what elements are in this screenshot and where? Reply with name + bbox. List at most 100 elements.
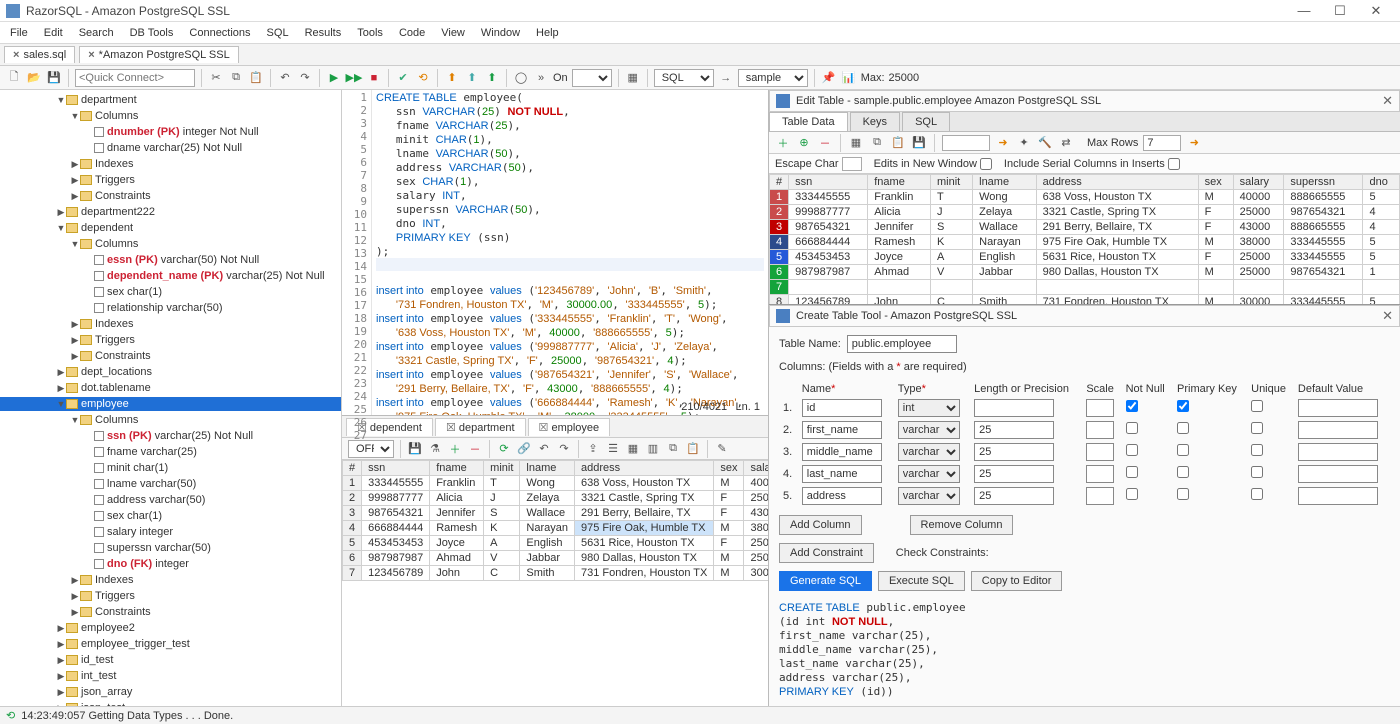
edit-add-icon[interactable]: ＋ [775, 135, 791, 151]
tree-node[interactable]: ▶Indexes [0, 317, 341, 331]
sql-type-combo[interactable]: SQL [654, 69, 714, 87]
paste-icon[interactable]: 📋 [248, 70, 264, 86]
table-row[interactable]: 3987654321JenniferSWallace291 Berry, Bel… [343, 506, 769, 521]
tree-node[interactable]: dname varchar(25) Not Null [0, 141, 341, 155]
tree-node[interactable]: ▶Indexes [0, 573, 341, 587]
menu-file[interactable]: File [4, 25, 34, 41]
table-row[interactable]: 6987987987AhmadVJabbar980 Dallas, Housto… [343, 551, 769, 566]
column-header[interactable]: minit [484, 461, 520, 476]
tree-node[interactable]: ▶department222 [0, 205, 341, 219]
redo-grid-icon[interactable]: ↷ [556, 441, 572, 457]
cut-icon[interactable]: ✂ [208, 70, 224, 86]
column-header[interactable]: fname [430, 461, 484, 476]
edit-dup-icon[interactable]: ⊕ [796, 135, 812, 151]
generate-sql-button[interactable]: Generate SQL [779, 571, 872, 591]
table-row[interactable]: 2999887777AliciaJZelaya3321 Castle, Spri… [770, 205, 1400, 220]
column-header[interactable]: lname [973, 175, 1036, 190]
rows-icon[interactable]: ☰ [605, 441, 621, 457]
execute-sql-button[interactable]: Execute SQL [878, 571, 965, 591]
col-scale-input[interactable] [1086, 487, 1114, 505]
tree-node[interactable]: ▶Triggers [0, 173, 341, 187]
col-name-input[interactable] [802, 443, 882, 461]
table-row[interactable]: 5453453453JoyceAEnglish5631 Rice, Housto… [770, 250, 1400, 265]
tree-node[interactable]: dno (FK) integer [0, 557, 341, 571]
col-unique-check[interactable] [1251, 488, 1263, 500]
col-scale-input[interactable] [1086, 421, 1114, 439]
menu-code[interactable]: Code [393, 25, 431, 41]
col-scale-input[interactable] [1086, 465, 1114, 483]
quick-connect-combo[interactable] [75, 69, 195, 87]
tree-node[interactable]: ▶Constraints [0, 349, 341, 363]
col-scale-input[interactable] [1086, 399, 1114, 417]
col-pk-check[interactable] [1177, 466, 1189, 478]
table-row[interactable]: 5453453453JoyceAEnglish5631 Rice, Housto… [343, 536, 769, 551]
rollback-icon[interactable]: ⟲ [415, 70, 431, 86]
column-header[interactable]: # [770, 175, 789, 190]
col-default-input[interactable] [1298, 465, 1378, 483]
tree-node[interactable]: ▼Columns [0, 109, 341, 123]
link-icon[interactable]: 🔗 [516, 441, 532, 457]
tree-node[interactable]: ▶json_array [0, 685, 341, 699]
maximize-button[interactable]: ☐ [1322, 1, 1358, 21]
table-row[interactable]: 4666884444RameshKNarayan975 Fire Oak, Hu… [770, 235, 1400, 250]
add-column-button[interactable]: Add Column [779, 515, 862, 535]
sql-editor[interactable]: 1234567891011121314151617181920212223242… [342, 90, 768, 416]
tree-node[interactable]: ▶Triggers [0, 333, 341, 347]
db-combo[interactable]: sample [738, 69, 808, 87]
tree-node[interactable]: ▼department [0, 93, 341, 107]
minimize-button[interactable]: — [1286, 1, 1322, 21]
col-pk-check[interactable] [1177, 488, 1189, 500]
save-icon[interactable]: 💾 [46, 70, 62, 86]
chart-icon[interactable]: 📊 [841, 70, 857, 86]
tree-node[interactable]: dependent_name (PK) varchar(25) Not Null [0, 269, 341, 283]
column-header[interactable]: fname [868, 175, 931, 190]
max-rows-go-icon[interactable]: ➜ [1186, 135, 1202, 151]
edit-tab[interactable]: Keys [850, 112, 900, 131]
col-length-input[interactable] [974, 487, 1054, 505]
col-length-input[interactable] [974, 421, 1054, 439]
tree-node[interactable]: ssn (PK) varchar(25) Not Null [0, 429, 341, 443]
table-row[interactable]: 6987987987AhmadVJabbar980 Dallas, Housto… [770, 265, 1400, 280]
menu-help[interactable]: Help [530, 25, 565, 41]
edit-del-icon[interactable]: － [817, 135, 833, 151]
wand-icon[interactable]: ✦ [1016, 135, 1032, 151]
col-pk-check[interactable] [1177, 444, 1189, 456]
col-type-select[interactable]: varchar [898, 443, 960, 461]
col-unique-check[interactable] [1251, 400, 1263, 412]
undo-icon[interactable]: ↶ [277, 70, 293, 86]
grid-icon[interactable]: ▦ [625, 70, 641, 86]
col-length-input[interactable] [974, 465, 1054, 483]
tree-node[interactable]: ▶employee_trigger_test [0, 637, 341, 651]
result-tab[interactable]: ☒ employee [528, 418, 611, 436]
grid1-icon[interactable]: ▦ [625, 441, 641, 457]
tree-node[interactable]: lname varchar(50) [0, 477, 341, 491]
table-row[interactable]: 7 [770, 280, 1400, 295]
column-header[interactable]: salary [744, 461, 768, 476]
menu-sql[interactable]: SQL [261, 25, 295, 41]
col-name-input[interactable] [802, 487, 882, 505]
tree-node[interactable]: minit char(1) [0, 461, 341, 475]
off-combo[interactable]: OFF [348, 440, 394, 458]
on-combo[interactable] [572, 69, 612, 87]
col-name-input[interactable] [802, 399, 882, 417]
open-icon[interactable]: 📂 [26, 70, 42, 86]
column-header[interactable]: dno [1363, 175, 1400, 190]
edit-table-grid[interactable]: #ssnfnameminitlnameaddresssexsalarysuper… [769, 174, 1400, 304]
column-header[interactable]: sex [1198, 175, 1233, 190]
table-row[interactable]: 4666884444RameshKNarayan975 Fire Oak, Hu… [343, 521, 769, 536]
pin-icon[interactable]: 📌 [821, 70, 837, 86]
edit-icon[interactable]: ✎ [714, 441, 730, 457]
copy-grid-icon[interactable]: ⧉ [665, 441, 681, 457]
execute-multi-icon[interactable]: ▶▶ [346, 70, 362, 86]
table-row[interactable]: 7123456789JohnCSmith731 Fondren, Houston… [343, 566, 769, 581]
edit-tab[interactable]: SQL [902, 112, 950, 131]
tree-node[interactable]: essn (PK) varchar(50) Not Null [0, 253, 341, 267]
col-name-input[interactable] [802, 465, 882, 483]
tree-node[interactable]: dnumber (PK) integer Not Null [0, 125, 341, 139]
connection-tab[interactable]: ×sales.sql [4, 46, 75, 63]
col-unique-check[interactable] [1251, 466, 1263, 478]
grid2-icon[interactable]: ▥ [645, 441, 661, 457]
edit-search-input[interactable] [942, 135, 990, 151]
refresh-results-icon[interactable]: ⟳ [496, 441, 512, 457]
tree-node[interactable]: address varchar(50) [0, 493, 341, 507]
